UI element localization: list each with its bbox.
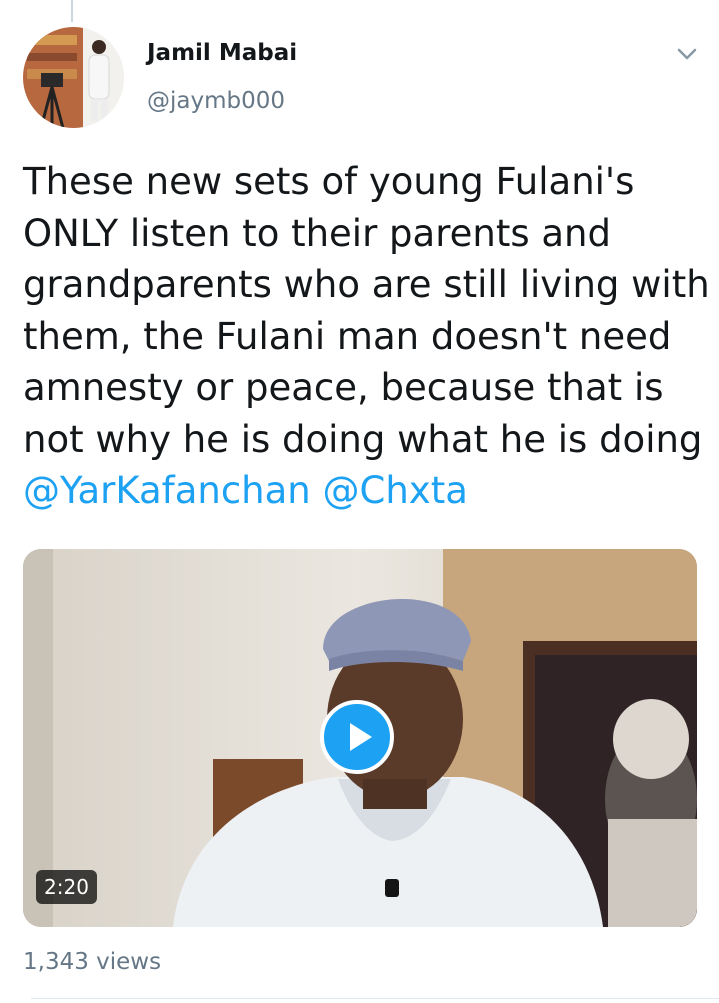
tweet-text-line: amnesty or peace, because that is — [23, 366, 664, 409]
divider — [31, 998, 719, 999]
tweet-text-line: grandparents who are still living with — [23, 263, 710, 306]
avatar[interactable] — [23, 27, 124, 128]
video-duration-badge: 2:20 — [36, 870, 97, 904]
mention-link[interactable]: @Chxta — [323, 469, 468, 512]
play-button[interactable] — [320, 700, 394, 774]
mentions-line: @YarKafanchan @Chxta — [23, 465, 708, 517]
tweet-text: These new sets of young Fulani's ONLY li… — [23, 156, 710, 517]
author-handle[interactable]: @jaymb000 — [147, 88, 285, 114]
video-player[interactable]: 2:20 — [23, 549, 697, 927]
tweet-text-line: ONLY listen to their parents and — [23, 211, 611, 255]
mention-link[interactable]: @YarKafanchan — [23, 469, 311, 512]
play-icon — [350, 723, 372, 751]
tweet-text-line: not why he is doing what he is doing — [23, 417, 703, 461]
tweet-text-line: These new sets of young Fulani's — [23, 160, 635, 203]
view-count: 1,343 views — [23, 949, 162, 975]
chevron-down-icon[interactable] — [676, 46, 698, 62]
avatar-image — [23, 27, 124, 128]
thread-connector-line — [71, 0, 73, 22]
author-name[interactable]: Jamil Mabai — [147, 40, 297, 66]
tweet-text-line: them, the Fulani man doesn't need — [23, 314, 672, 358]
